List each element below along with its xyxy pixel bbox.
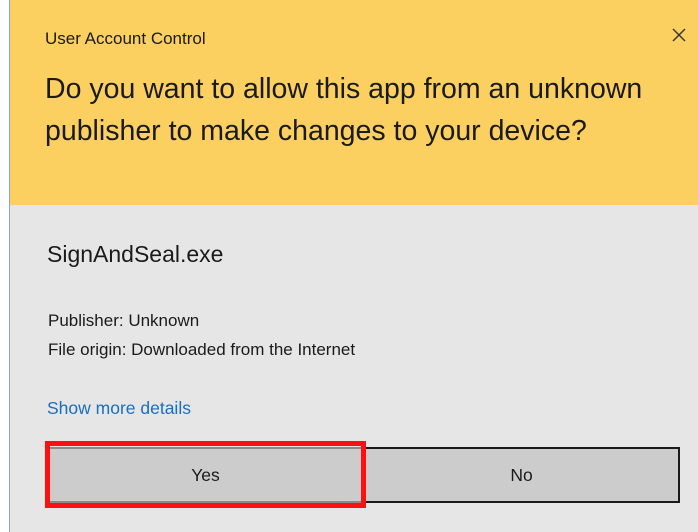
show-more-details-link[interactable]: Show more details	[47, 398, 191, 419]
app-name: SignAndSeal.exe	[47, 241, 224, 267]
file-origin-info: File origin: Downloaded from the Interne…	[48, 340, 356, 359]
publisher-info: Publisher: Unknown	[48, 311, 200, 330]
close-button[interactable]	[666, 22, 692, 48]
consent-question: Do you want to allow this app from an un…	[45, 73, 643, 147]
close-icon	[672, 28, 686, 42]
dialog-header: User Account Control Do you want to allo…	[10, 0, 698, 205]
no-button[interactable]: No	[363, 447, 680, 503]
uac-dialog: User Account Control Do you want to allo…	[9, 0, 698, 532]
yes-button[interactable]: Yes	[48, 447, 363, 503]
window-title: User Account Control	[45, 29, 206, 48]
